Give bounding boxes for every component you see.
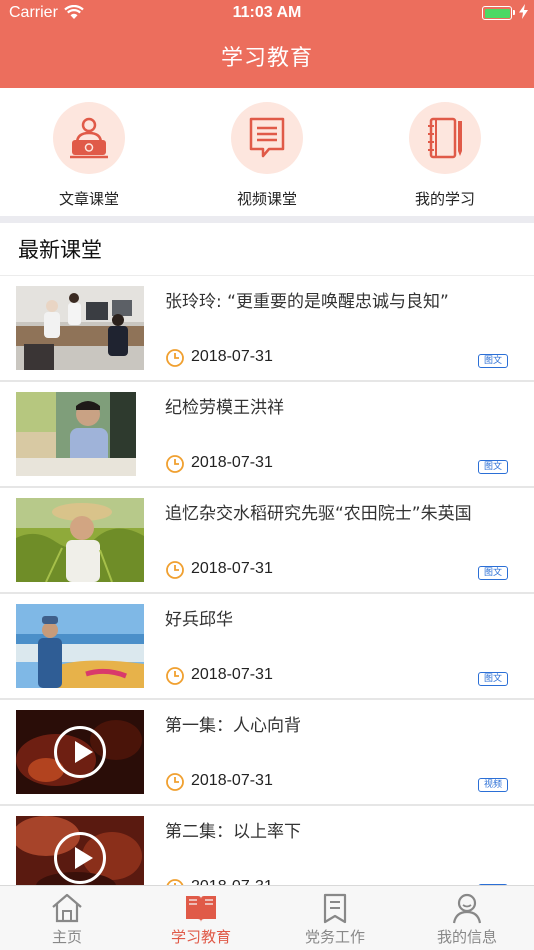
tab-label: 党务工作 [304,928,365,946]
quick-item-label: 视频课堂 [236,190,297,208]
page-title: 学习教育 [220,46,313,71]
bookmark-icon [323,893,347,924]
article-title: 第二集：以上率下 [165,822,301,842]
tab-label: 主页 [51,928,82,946]
play-icon[interactable] [54,726,106,778]
article-date: 2018-07-31 [191,772,273,789]
section-title: 最新课堂 [18,238,102,262]
article-title: 好兵邱华 [165,610,233,630]
tab-party-affairs[interactable]: 党务工作 [268,892,402,947]
quick-item-article-class[interactable]: 文章课堂 [34,102,144,209]
quick-item-label: 我的学习 [414,190,475,208]
video-thumbnail [16,816,144,885]
list-item[interactable]: 第二集：以上率下 2018-07-31 视频 [0,806,534,885]
navigation-header: Carrier 11:03 AM 学习教育 [0,0,534,88]
content-type-badge: 图文 [477,566,508,580]
article-thumbnail [16,498,144,582]
user-icon [452,893,482,924]
article-title: 纪检劳模王洪祥 [165,398,284,418]
quick-item-label: 文章课堂 [58,190,119,208]
clock-icon [165,666,185,690]
home-icon [52,893,82,923]
article-date: 2018-07-31 [191,878,273,885]
list-item[interactable]: 好兵邱华 2018-07-31 图文 [0,594,534,700]
clock-icon [165,454,185,478]
book-icon [186,896,216,922]
document-icon [231,102,303,174]
content-type-badge: 图文 [477,672,508,686]
charging-icon [519,4,528,23]
list-item[interactable]: 纪检劳模王洪祥 2018-07-31 图文 [0,382,534,488]
quick-menu: 文章课堂 视频课堂 我的学习 [0,88,534,216]
quick-item-video-class[interactable]: 视频课堂 [212,102,322,209]
list-item[interactable]: 第一集：人心向背 2018-07-31 视频 [0,700,534,806]
presenter-icon [53,102,125,174]
tab-label: 学习教育 [170,928,231,946]
article-title: 追忆杂交水稻研究先驱“农田院士”朱英国 [165,504,472,524]
article-thumbnail [16,392,136,476]
content-type-badge: 图文 [477,460,508,474]
content-type-badge: 视频 [477,778,508,792]
tab-label: 我的信息 [436,928,497,946]
clock-time: 11:03 AM [232,4,302,21]
article-date: 2018-07-31 [191,560,273,577]
notebook-icon [409,102,481,174]
section-divider [0,216,534,223]
clock-icon [165,348,185,372]
article-list[interactable]: 张玲玲: “更重要的是唤醒忠诚与良知” 2018-07-31 图文 纪检劳模王洪… [0,276,534,885]
play-icon[interactable] [54,832,106,884]
tab-study-education[interactable]: 学习教育 [134,892,268,947]
clock-icon [165,560,185,584]
status-bar: Carrier 11:03 AM [0,0,534,28]
clock-icon [165,772,185,796]
article-title: 第一集：人心向背 [165,716,301,736]
article-title: 张玲玲: “更重要的是唤醒忠诚与良知” [165,292,449,312]
article-date: 2018-07-31 [191,454,273,471]
tab-home[interactable]: 主页 [0,892,134,947]
list-item[interactable]: 追忆杂交水稻研究先驱“农田院士”朱英国 2018-07-31 图文 [0,488,534,594]
tab-my-info[interactable]: 我的信息 [400,892,534,947]
content-type-badge: 图文 [477,354,508,368]
article-date: 2018-07-31 [191,348,273,365]
list-item[interactable]: 张玲玲: “更重要的是唤醒忠诚与良知” 2018-07-31 图文 [0,276,534,382]
quick-item-my-study[interactable]: 我的学习 [390,102,500,209]
tab-bar: 主页 学习教育 党务工作 我的信息 [0,885,534,950]
clock-icon [165,878,185,885]
article-thumbnail [16,604,144,688]
video-thumbnail [16,710,144,794]
article-date: 2018-07-31 [191,666,273,683]
battery-icon [482,6,515,20]
article-thumbnail [16,286,144,370]
